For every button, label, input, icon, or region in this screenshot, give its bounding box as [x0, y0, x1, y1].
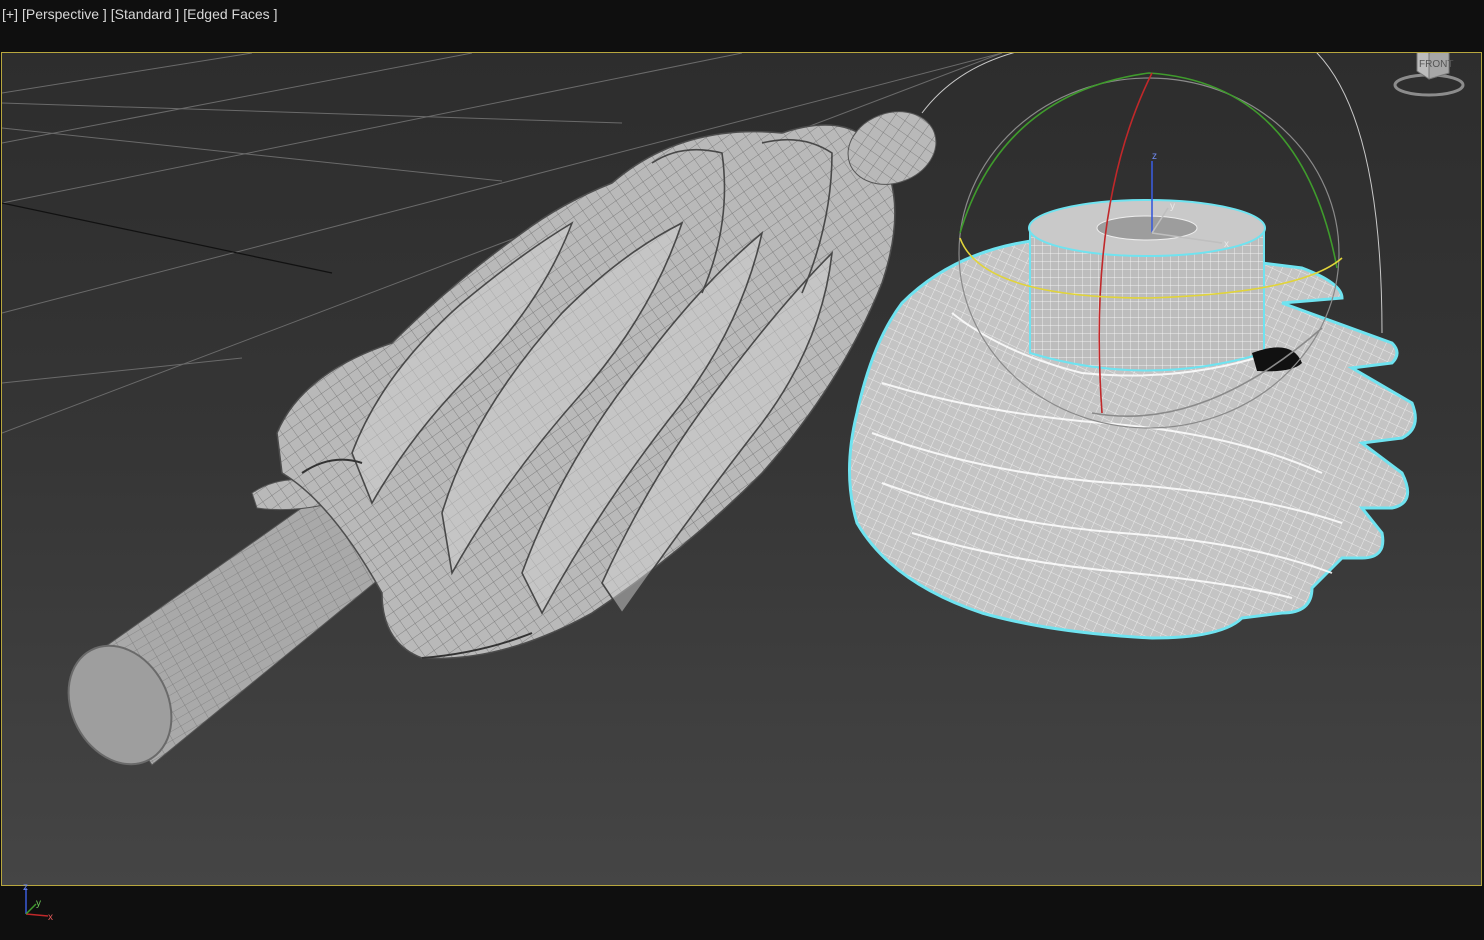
tripod-x-label: x [48, 912, 53, 923]
gizmo-z-label: z [1152, 151, 1157, 162]
scene-canvas: z x y [2, 53, 1417, 766]
gizmo-y-label: y [1170, 201, 1175, 212]
viewcube-face-label: FRONT [1419, 59, 1453, 70]
tripod-y-label: y [36, 898, 41, 909]
axis-tripod: z x y [20, 880, 60, 924]
viewport-plus-menu[interactable]: [+] [2, 6, 18, 22]
perspective-viewport[interactable]: z x y FRONT [1, 52, 1482, 886]
gizmo-x-label: x [1224, 239, 1229, 250]
viewport-shading-menu[interactable]: [Standard ] [111, 6, 180, 22]
viewport-label-menu: [+] [Perspective ] [Standard ] [Edged Fa… [2, 6, 277, 22]
viewport-view-menu[interactable]: [Perspective ] [22, 6, 107, 22]
tripod-z-label: z [23, 882, 28, 893]
viewcube[interactable]: FRONT [1391, 53, 1467, 97]
viewport-display-menu[interactable]: [Edged Faces ] [183, 6, 277, 22]
pinion-gear-shaft [67, 111, 937, 766]
